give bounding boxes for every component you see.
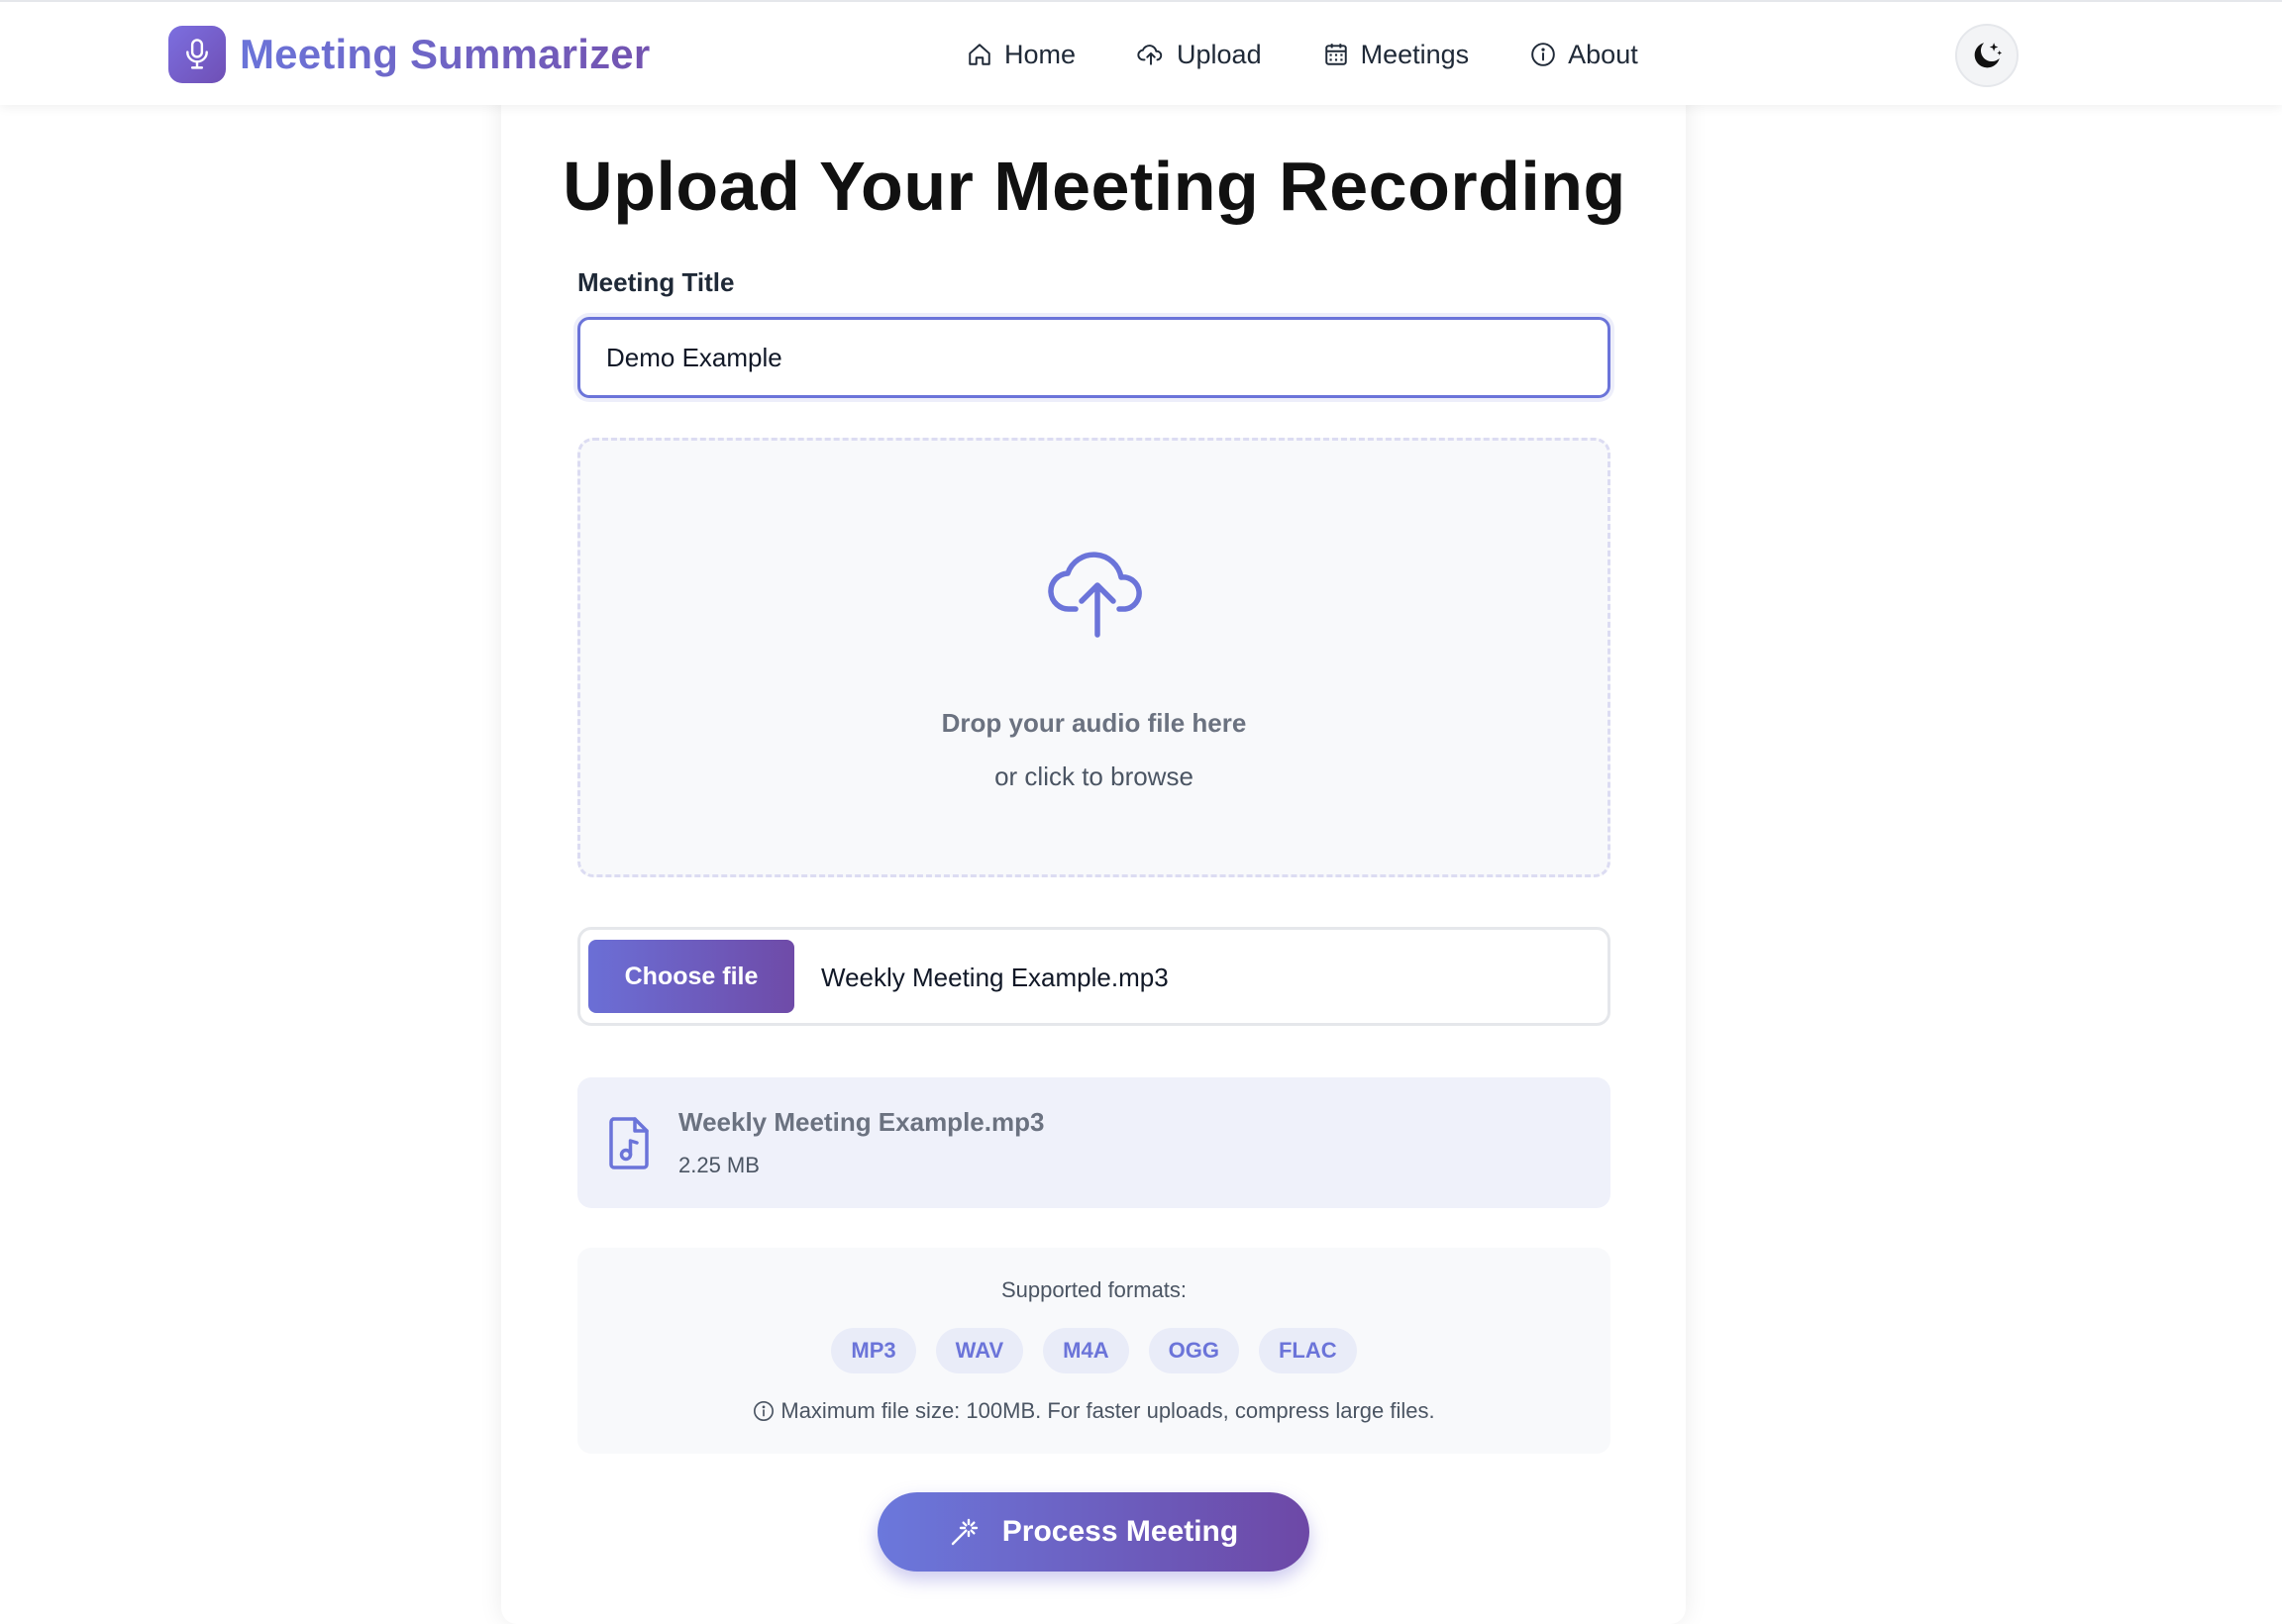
calendar-icon — [1324, 44, 1347, 65]
nav-upload[interactable]: Upload — [1137, 40, 1262, 70]
meeting-title-label: Meeting Title — [577, 267, 735, 297]
format-chip-m4a: M4A — [1043, 1328, 1129, 1373]
dropzone-main-text: Drop your audio file here — [941, 708, 1247, 738]
magic-wand-icon — [951, 1518, 978, 1546]
formats-title: Supported formats: — [1000, 1277, 1188, 1302]
selected-file-size: 2.25 MB — [678, 1153, 760, 1177]
microphone-icon — [168, 26, 226, 83]
info-icon — [1531, 43, 1555, 66]
nav-home[interactable]: Home — [967, 40, 1076, 70]
home-icon — [969, 44, 990, 65]
format-chip-ogg: OGG — [1148, 1328, 1239, 1373]
nav-upload-label: Upload — [1177, 39, 1262, 69]
chosen-file-name: Weekly Meeting Example.mp3 — [821, 963, 1169, 992]
brand[interactable]: Meeting Summarizer — [168, 26, 650, 83]
audio-file-icon — [609, 1117, 649, 1169]
file-dropzone[interactable]: Drop your audio file here or click to br… — [577, 438, 1610, 877]
file-size-note-text: Maximum file size: 100MB. For faster upl… — [780, 1398, 1435, 1423]
format-chip-mp3: MP3 — [831, 1328, 916, 1373]
file-input: Choose file Weekly Meeting Example.mp3 — [577, 927, 1610, 1026]
cloud-upload-icon — [1137, 45, 1163, 65]
nav-home-label: Home — [1004, 39, 1077, 69]
choose-file-button[interactable]: Choose file — [588, 940, 794, 1013]
selected-file-card: Weekly Meeting Example.mp3 2.25 MB — [577, 1077, 1610, 1208]
nav-links: Home Upload Meetings About — [967, 32, 1638, 77]
format-chip-flac: FLAC — [1258, 1328, 1357, 1373]
meeting-title-input[interactable] — [577, 317, 1610, 398]
nav-meetings-label: Meetings — [1360, 39, 1470, 69]
nav-about-label: About — [1568, 39, 1638, 69]
moon-stars-icon — [1974, 43, 2003, 68]
supported-formats-panel: Supported formats: MP3 WAV M4A OGG FLAC … — [577, 1248, 1610, 1454]
dropzone-sub-text: or click to browse — [994, 761, 1193, 791]
file-size-note: Maximum file size: 100MB. For faster upl… — [577, 1398, 1610, 1424]
process-meeting-label: Process Meeting — [1001, 1515, 1239, 1548]
process-meeting-button[interactable]: Process Meeting — [878, 1492, 1309, 1572]
nav-meetings[interactable]: Meetings — [1323, 39, 1470, 70]
format-chip-wav: WAV — [935, 1328, 1024, 1373]
formats-list: MP3 WAV M4A OGG FLAC — [577, 1328, 1610, 1373]
info-icon — [754, 1401, 775, 1421]
theme-toggle-button[interactable] — [1955, 24, 2019, 87]
page-title: Upload Your Meeting Recording — [563, 148, 1626, 225]
cloud-upload-icon — [1048, 552, 1142, 638]
nav-about[interactable]: About — [1530, 40, 1638, 70]
top-navbar: Meeting Summarizer Home Upload Meetings … — [0, 0, 2282, 105]
selected-file-name: Weekly Meeting Example.mp3 — [678, 1107, 1045, 1137]
brand-name: Meeting Summarizer — [240, 31, 651, 77]
